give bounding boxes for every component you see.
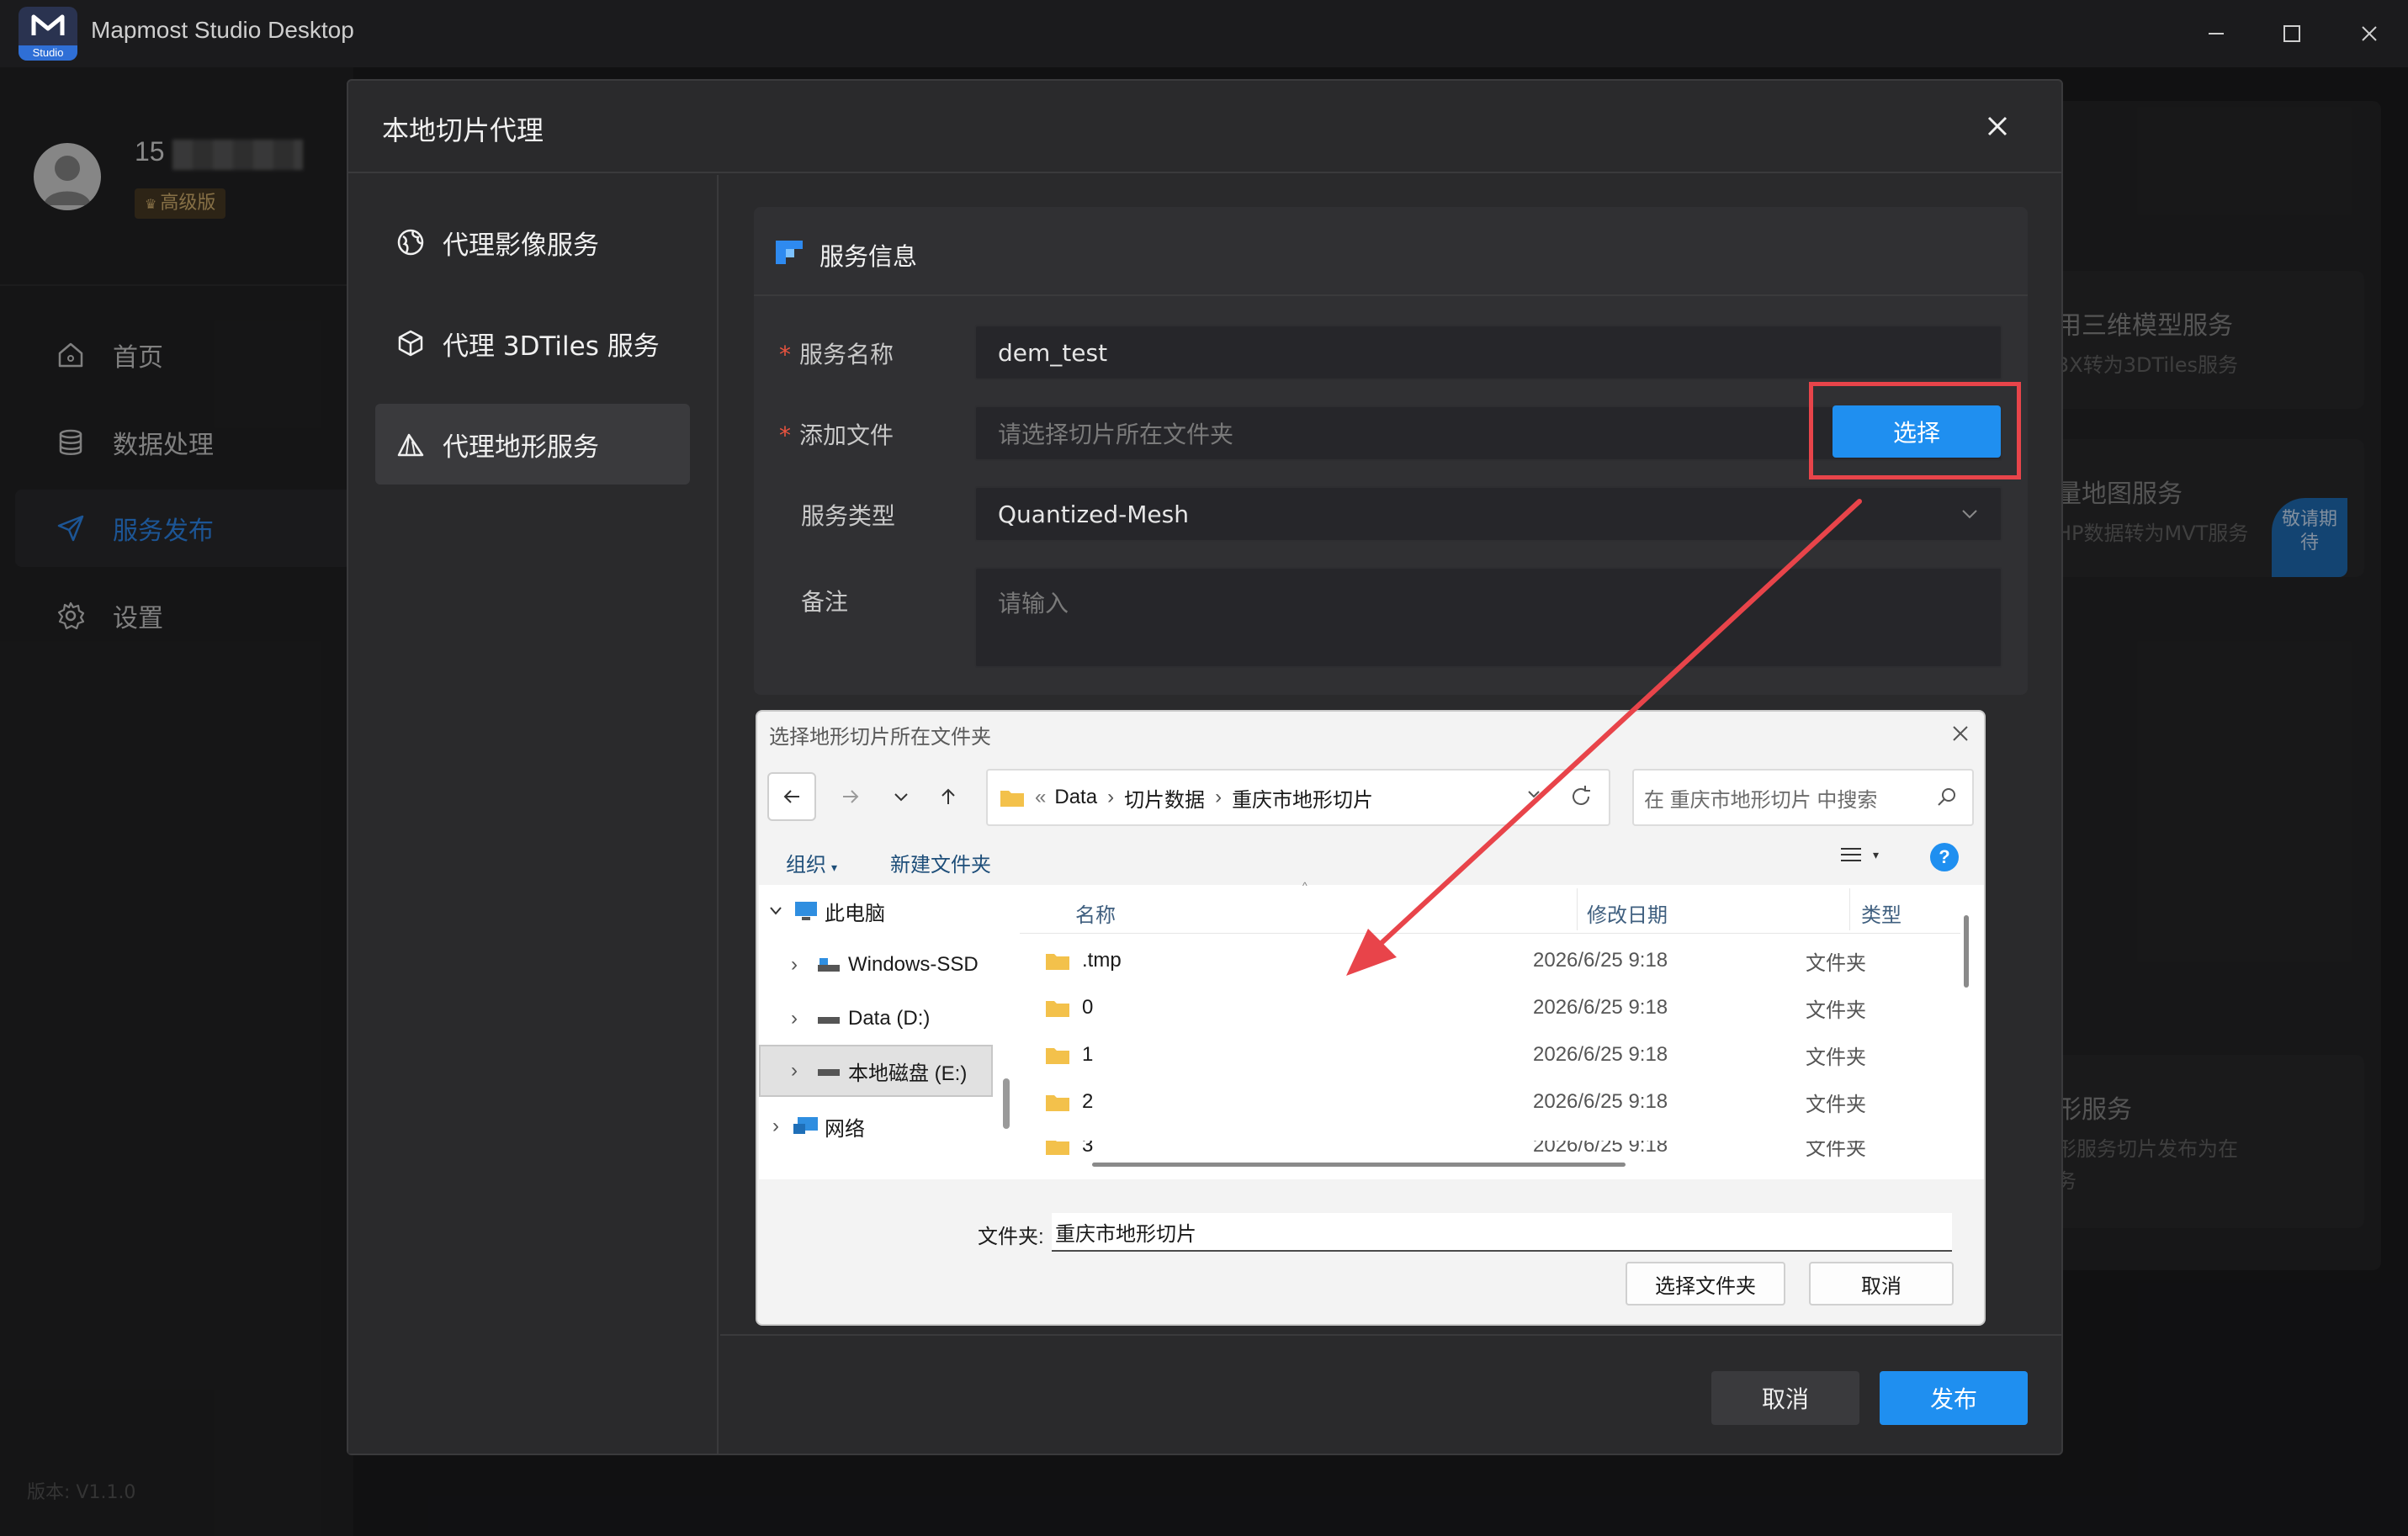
annotation-arrow [1346,499,1862,976]
